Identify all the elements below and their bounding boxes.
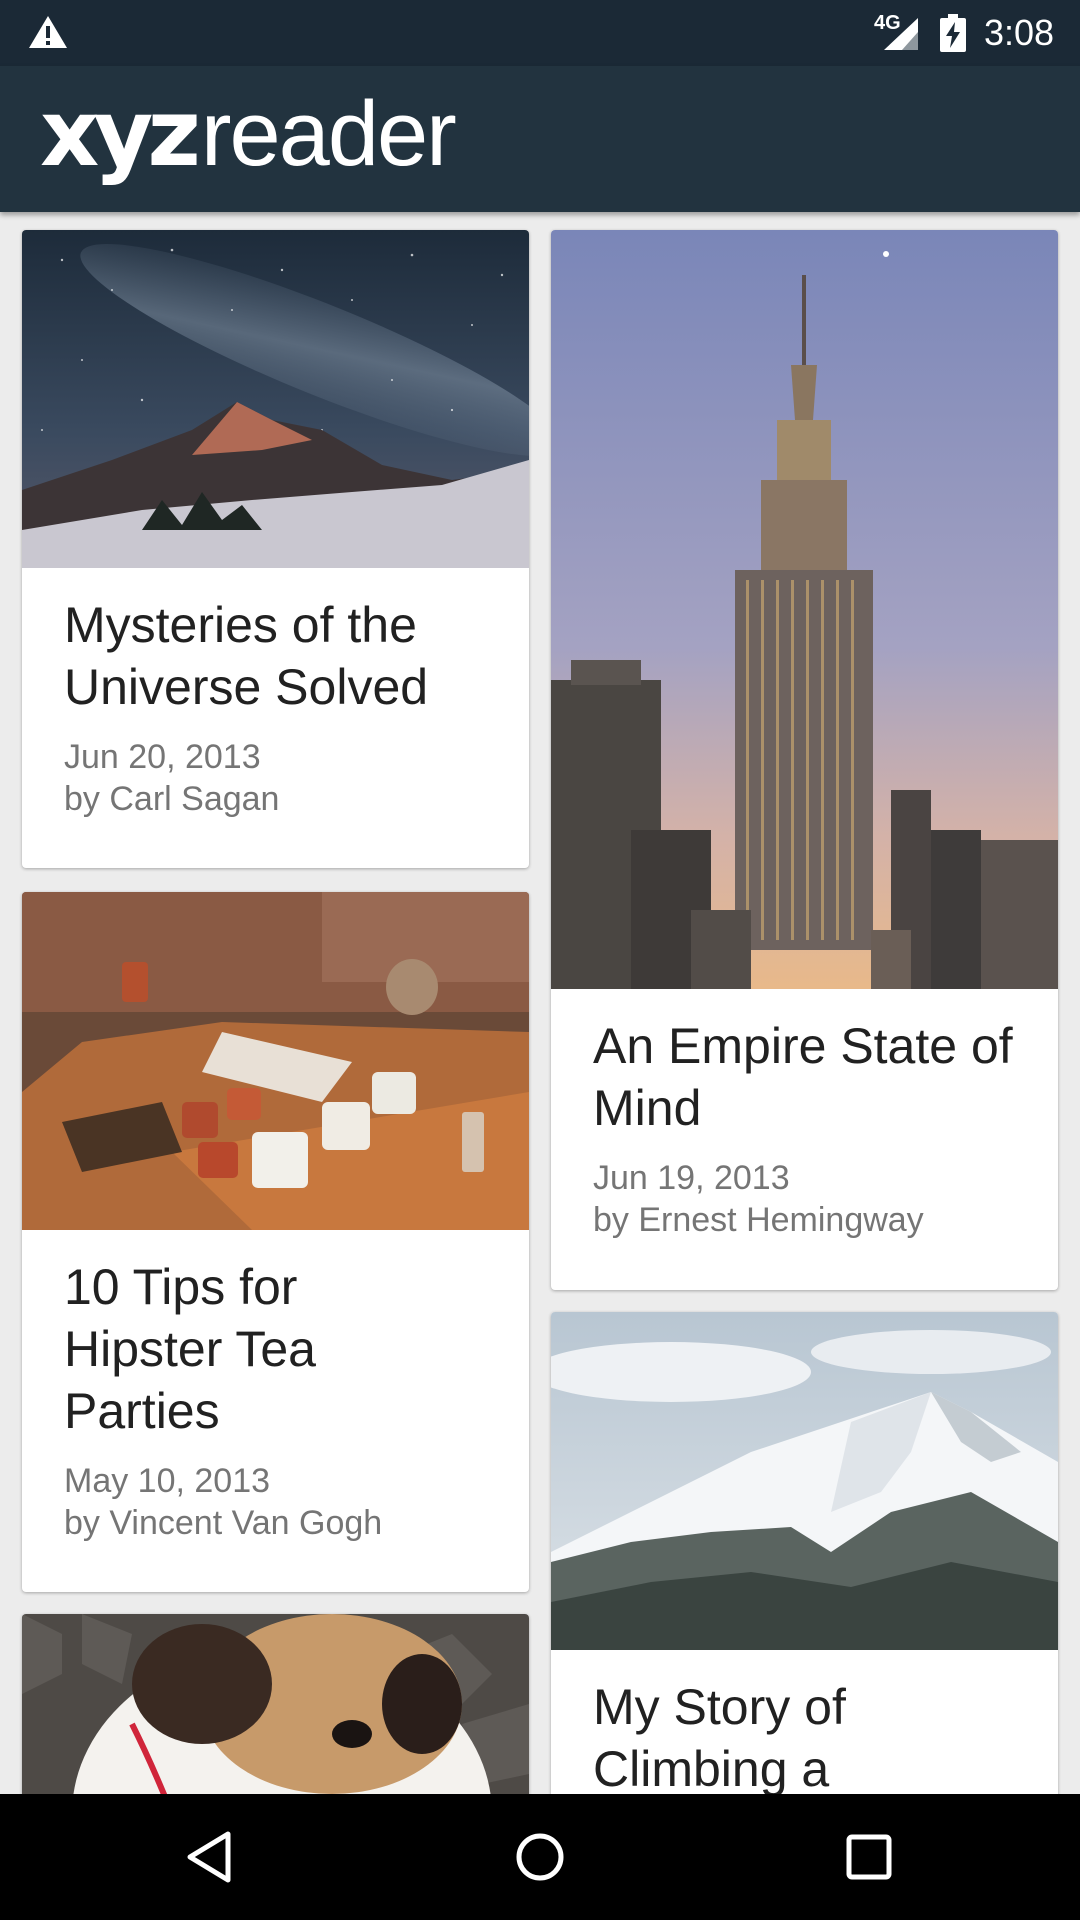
status-bar: 4G 3:08 [0,0,1080,66]
article-title: Mysteries of the Universe Solved [64,597,429,715]
article-thumbnail-night-sky [22,230,529,568]
article-date: Jun 20, 2013 [64,738,261,776]
article-title: 10 Tips for Hipster Tea Parties [64,1259,316,1439]
article-date: Jun 19, 2013 [593,1159,790,1197]
article-title: My Story of Climbing a [593,1679,846,1794]
logo-bold-text: xyz [40,80,201,187]
article-card[interactable]: My Story of Climbing a [551,1312,1058,1794]
article-grid[interactable]: Mysteries of the Universe Solved Jun 20,… [0,212,1080,1794]
article-author: by Ernest Hemingway [593,1201,924,1239]
article-date: May 10, 2013 [64,1462,271,1500]
back-icon[interactable] [178,1824,244,1890]
article-thumbnail-bulldog [22,1614,529,1794]
article-thumbnail-snowy-mountain [551,1312,1058,1650]
app-logo: xyzreader [40,88,457,181]
article-card[interactable]: Mysteries of the Universe Solved Jun 20,… [22,230,529,868]
article-thumbnail-tea-party [22,892,529,1230]
article-card[interactable] [22,1614,529,1794]
article-author: by Vincent Van Gogh [64,1504,383,1542]
navigation-bar [0,1794,1080,1920]
clock: 3:08 [984,12,1055,53]
article-thumbnail-empire-state [551,230,1058,989]
signal-icon [884,18,918,50]
battery-charging-icon [940,14,966,52]
logo-light-text: reader [200,83,457,185]
app-bar: xyzreader [0,66,1080,212]
recents-icon[interactable] [836,1824,902,1890]
article-title: An Empire State of Mind [593,1018,1013,1136]
article-card[interactable]: An Empire State of Mind Jun 19, 2013 by … [551,230,1058,1290]
article-card[interactable]: 10 Tips for Hipster Tea Parties May 10, … [22,892,529,1592]
home-icon[interactable] [507,1824,573,1890]
article-author: by Carl Sagan [64,780,280,818]
warning-icon [29,16,67,48]
